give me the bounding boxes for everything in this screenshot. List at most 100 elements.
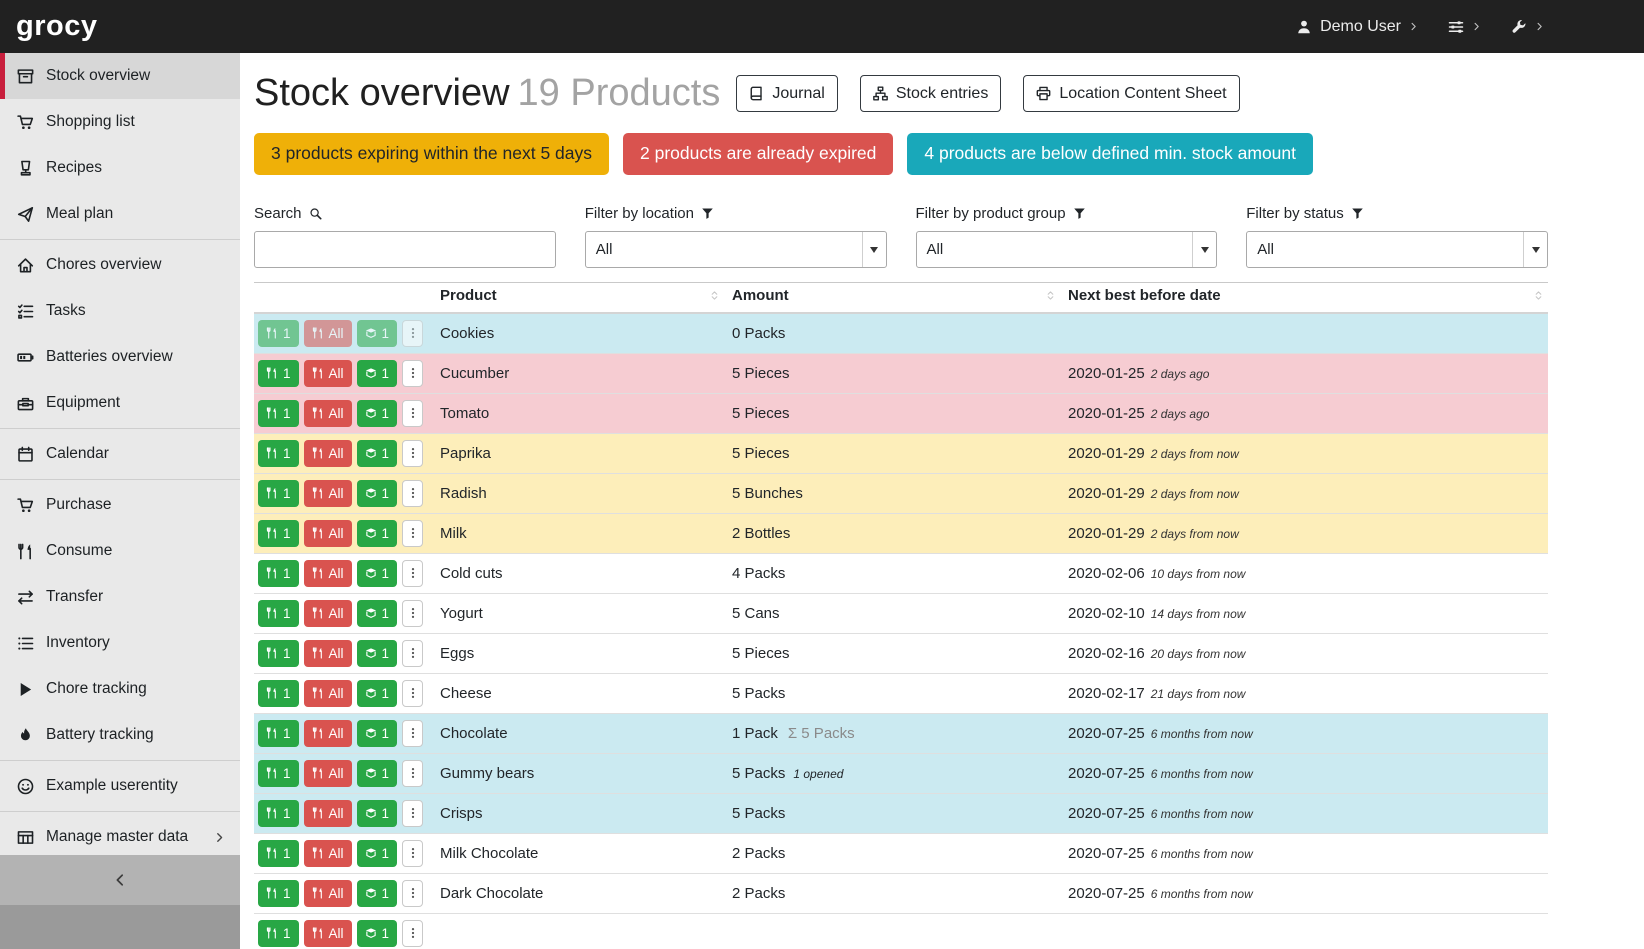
row-more-menu-button[interactable] <box>402 600 423 627</box>
open-one-button[interactable]: 1 <box>357 320 398 347</box>
consume-one-button[interactable]: 1 <box>258 520 299 547</box>
consume-all-button[interactable]: All <box>304 400 352 427</box>
row-more-menu-button[interactable] <box>402 880 423 907</box>
consume-all-button[interactable]: All <box>304 520 352 547</box>
open-one-button[interactable]: 1 <box>357 800 398 827</box>
open-one-button[interactable]: 1 <box>357 720 398 747</box>
consume-one-button[interactable]: 1 <box>258 640 299 667</box>
settings-menu[interactable] <box>1448 19 1481 35</box>
row-more-menu-button[interactable] <box>402 800 423 827</box>
consume-all-button[interactable]: All <box>304 600 352 627</box>
sidebar-item-calendar[interactable]: Calendar <box>0 431 240 477</box>
location-filter-select[interactable]: All <box>585 231 887 268</box>
row-more-menu-button[interactable] <box>402 680 423 707</box>
row-more-menu-button[interactable] <box>402 360 423 387</box>
sidebar-item-consume[interactable]: Consume <box>0 528 240 574</box>
row-more-menu-button[interactable] <box>402 560 423 587</box>
sidebar-item-tasks[interactable]: Tasks <box>0 288 240 334</box>
open-one-button[interactable]: 1 <box>357 680 398 707</box>
row-more-menu-button[interactable] <box>402 920 423 947</box>
consume-one-button[interactable]: 1 <box>258 600 299 627</box>
consume-one-button[interactable]: 1 <box>258 360 299 387</box>
sidebar-item-meal-plan[interactable]: Meal plan <box>0 191 240 237</box>
sidebar-item-chores-overview[interactable]: Chores overview <box>0 242 240 288</box>
consume-one-button[interactable]: 1 <box>258 560 299 587</box>
row-more-menu-button[interactable] <box>402 520 423 547</box>
row-more-menu-button[interactable] <box>402 320 423 347</box>
open-one-button[interactable]: 1 <box>357 400 398 427</box>
consume-all-button[interactable]: All <box>304 480 352 507</box>
ellipsis-v-icon <box>407 407 419 419</box>
open-one-button[interactable]: 1 <box>357 760 398 787</box>
consume-one-button[interactable]: 1 <box>258 760 299 787</box>
consume-all-button[interactable]: All <box>304 440 352 467</box>
consume-one-button[interactable]: 1 <box>258 400 299 427</box>
consume-one-button[interactable]: 1 <box>258 720 299 747</box>
consume-all-button[interactable]: All <box>304 560 352 587</box>
consume-all-button[interactable]: All <box>304 360 352 387</box>
user-menu[interactable]: Demo User <box>1296 18 1418 36</box>
open-one-button[interactable]: 1 <box>357 440 398 467</box>
sidebar-item-equipment[interactable]: Equipment <box>0 380 240 426</box>
consume-one-button[interactable]: 1 <box>258 320 299 347</box>
sidebar-item-batteries-overview[interactable]: Batteries overview <box>0 334 240 380</box>
consume-one-button[interactable]: 1 <box>258 840 299 867</box>
consume-all-button[interactable]: All <box>304 800 352 827</box>
column-header-next-best-before-date[interactable]: Next best before date <box>1060 282 1548 313</box>
consume-all-button[interactable]: All <box>304 720 352 747</box>
sidebar-item-stock-overview[interactable]: Stock overview <box>0 53 240 99</box>
alert-expired[interactable]: 2 products are already expired <box>623 133 893 175</box>
consume-all-button[interactable]: All <box>304 640 352 667</box>
stock-entries-button[interactable]: Stock entries <box>860 75 1001 112</box>
sidebar-collapse-button[interactable] <box>0 855 240 905</box>
sidebar-item-transfer[interactable]: Transfer <box>0 574 240 620</box>
sidebar-item-chore-tracking[interactable]: Chore tracking <box>0 666 240 712</box>
status-filter-select[interactable]: All <box>1246 231 1548 268</box>
alert-expiring[interactable]: 3 products expiring within the next 5 da… <box>254 133 609 175</box>
consume-all-button[interactable]: All <box>304 880 352 907</box>
admin-menu[interactable] <box>1511 19 1544 35</box>
location-content-sheet-button[interactable]: Location Content Sheet <box>1023 75 1239 112</box>
app-logo[interactable]: grocy <box>16 10 97 43</box>
consume-one-button[interactable]: 1 <box>258 880 299 907</box>
consume-one-button[interactable]: 1 <box>258 920 299 947</box>
open-one-button[interactable]: 1 <box>357 560 398 587</box>
column-header-amount[interactable]: Amount <box>724 282 1060 313</box>
row-more-menu-button[interactable] <box>402 400 423 427</box>
consume-one-button[interactable]: 1 <box>258 440 299 467</box>
consume-all-button[interactable]: All <box>304 920 352 947</box>
open-one-button[interactable]: 1 <box>357 520 398 547</box>
row-more-menu-button[interactable] <box>402 760 423 787</box>
sidebar-item-example-userentity[interactable]: Example userentity <box>0 763 240 809</box>
sidebar-item-inventory[interactable]: Inventory <box>0 620 240 666</box>
journal-button[interactable]: Journal <box>736 75 837 112</box>
row-more-menu-button[interactable] <box>402 840 423 867</box>
sidebar-item-purchase[interactable]: Purchase <box>0 482 240 528</box>
open-one-button[interactable]: 1 <box>357 360 398 387</box>
sidebar-item-shopping-list[interactable]: Shopping list <box>0 99 240 145</box>
open-one-button[interactable]: 1 <box>357 920 398 947</box>
open-one-button[interactable]: 1 <box>357 640 398 667</box>
open-one-button[interactable]: 1 <box>357 480 398 507</box>
column-header-product[interactable]: Product <box>432 282 724 313</box>
row-more-menu-button[interactable] <box>402 720 423 747</box>
sidebar-item-recipes[interactable]: Recipes <box>0 145 240 191</box>
consume-one-button[interactable]: 1 <box>258 480 299 507</box>
alert-below-min-stock[interactable]: 4 products are below defined min. stock … <box>907 133 1313 175</box>
consume-all-button[interactable]: All <box>304 320 352 347</box>
row-more-menu-button[interactable] <box>402 480 423 507</box>
open-one-button[interactable]: 1 <box>357 840 398 867</box>
consume-all-button[interactable]: All <box>304 680 352 707</box>
consume-one-button[interactable]: 1 <box>258 680 299 707</box>
row-more-menu-button[interactable] <box>402 440 423 467</box>
product-group-filter-select[interactable]: All <box>916 231 1218 268</box>
open-one-button[interactable]: 1 <box>357 600 398 627</box>
consume-all-button[interactable]: All <box>304 840 352 867</box>
sidebar-item-battery-tracking[interactable]: Battery tracking <box>0 712 240 758</box>
sidebar-item-manage-master-data[interactable]: Manage master data <box>0 814 240 855</box>
search-input[interactable] <box>254 231 556 268</box>
row-more-menu-button[interactable] <box>402 640 423 667</box>
consume-one-button[interactable]: 1 <box>258 800 299 827</box>
consume-all-button[interactable]: All <box>304 760 352 787</box>
open-one-button[interactable]: 1 <box>357 880 398 907</box>
